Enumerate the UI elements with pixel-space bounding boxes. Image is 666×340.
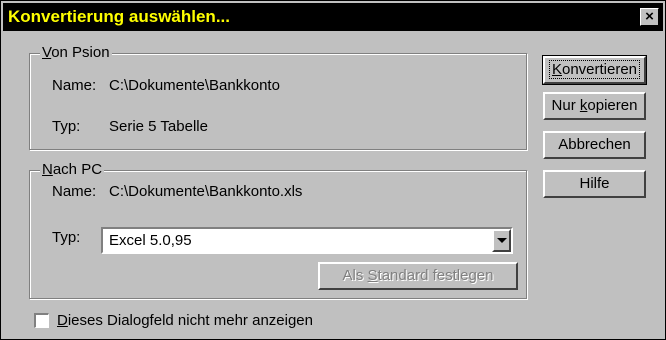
chevron-down-icon [497,238,507,243]
help-button[interactable]: Hilfe [543,170,646,198]
from-psion-group-title: Von Psion [40,44,112,62]
from-type-value: Serie 5 Tabelle [109,118,208,135]
from-psion-group: Von Psion [29,44,527,150]
type-select[interactable]: Excel 5.0,95 [101,227,513,254]
dont-show-again-checkbox[interactable] [34,313,49,328]
from-name-value: C:\Dokumente\Bankkonto [109,77,280,94]
to-name-label: Name: [52,183,97,200]
title-bar[interactable]: Konvertierung auswählen... × [3,3,663,31]
type-select-value: Excel 5.0,95 [109,232,192,249]
from-type-label: Typ: [52,118,81,135]
to-type-label: Typ: [52,229,81,246]
to-pc-group-title: Nach PC [40,161,105,179]
dialog-title: Konvertierung auswählen... [8,7,230,26]
dont-show-again-label[interactable]: Dieses Dialogfeld nicht mehr anzeigen [57,312,313,329]
cancel-button[interactable]: Abbrechen [543,131,646,159]
set-default-button[interactable]: Als Standard festlegen [318,262,518,290]
from-name-label: Name: [52,77,97,94]
close-button[interactable]: × [640,8,659,26]
type-select-dropdown-button[interactable] [492,229,511,252]
close-icon: × [645,8,654,25]
copy-only-button[interactable]: Nur kopieren [543,92,646,120]
to-name-value: C:\Dokumente\Bankkonto.xls [109,183,303,200]
convert-dialog: Konvertierung auswählen... × Von Psion N… [0,0,666,340]
convert-button[interactable]: Konvertieren [542,55,647,85]
